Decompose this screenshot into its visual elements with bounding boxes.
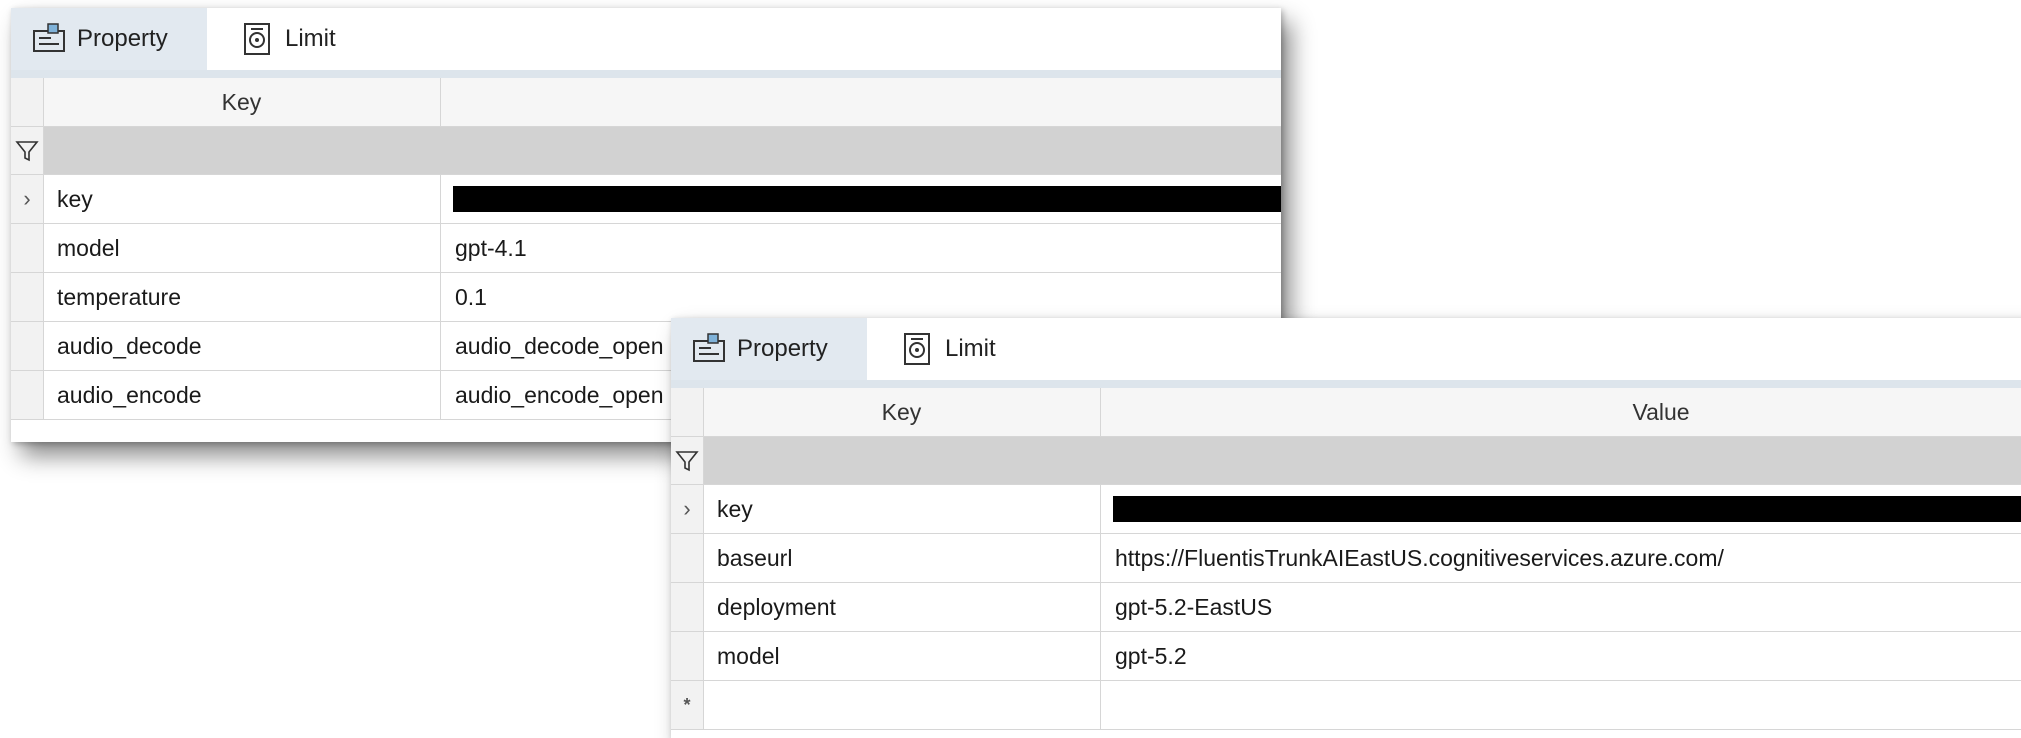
filter-selector-cell[interactable] [671, 437, 704, 484]
column-header-key[interactable]: Key [703, 388, 1101, 436]
tab-limit-label: Limit [945, 335, 996, 362]
row-key-cell[interactable]: key [43, 175, 441, 223]
row-value-cell[interactable] [1101, 485, 2021, 533]
tab-bar: Property Limit [671, 318, 2021, 388]
row-value-cell[interactable]: gpt-4.1 [441, 224, 1281, 272]
table-row[interactable]: model gpt-5.2 [671, 632, 2021, 681]
property-grid: Key Value › key baseurl https://Fluentis… [671, 388, 2021, 738]
row-selector-cell[interactable] [671, 583, 704, 631]
table-row[interactable]: deployment gpt-5.2-EastUS [671, 583, 2021, 632]
grid-header-row: Key Value [671, 388, 2021, 437]
row-value-cell[interactable]: 0.1 [441, 273, 1281, 321]
chevron-right-icon[interactable]: › [671, 485, 704, 533]
header-selector-cell [671, 388, 704, 436]
row-selector-cell[interactable] [671, 534, 704, 582]
row-key-cell[interactable]: deployment [703, 583, 1101, 631]
row-selector-cell[interactable] [11, 322, 44, 370]
table-row[interactable]: › key [11, 175, 1281, 224]
row-selector-cell[interactable] [671, 632, 704, 680]
property-card-icon [693, 333, 725, 362]
row-value-cell[interactable]: gpt-5.2-EastUS [1101, 583, 2021, 631]
tab-property[interactable]: Property [671, 318, 867, 380]
chevron-right-icon[interactable]: › [11, 175, 44, 223]
column-header-value-label: Value [1632, 398, 1690, 425]
tab-property-label: Property [77, 25, 168, 52]
redacted-value [453, 186, 1281, 212]
funnel-filter-icon [675, 450, 699, 471]
column-header-key[interactable]: Key [43, 78, 441, 126]
table-row[interactable]: baseurl https://FluentisTrunkAIEastUS.co… [671, 534, 2021, 583]
funnel-filter-icon [15, 140, 39, 161]
grid-header-row: Key [11, 78, 1281, 127]
new-row-marker: * [671, 681, 704, 729]
header-selector-cell [11, 78, 44, 126]
row-selector-cell[interactable] [11, 224, 44, 272]
property-panel-front: Property Limit Key Value › key baseurl h… [671, 318, 2021, 738]
new-row-key-cell[interactable] [703, 681, 1101, 729]
tab-limit-label: Limit [285, 25, 336, 52]
row-key-cell[interactable]: baseurl [703, 534, 1101, 582]
tab-property-label: Property [737, 335, 828, 362]
filter-selector-cell[interactable] [11, 127, 44, 174]
limit-gauge-icon [904, 333, 930, 365]
row-key-cell[interactable]: model [703, 632, 1101, 680]
tab-bar: Property Limit [11, 8, 1281, 78]
row-key-cell[interactable]: key [703, 485, 1101, 533]
row-selector-cell[interactable] [11, 371, 44, 419]
table-row[interactable]: model gpt-4.1 [11, 224, 1281, 273]
row-selector-cell[interactable] [11, 273, 44, 321]
row-key-cell[interactable]: temperature [43, 273, 441, 321]
table-row[interactable]: temperature 0.1 [11, 273, 1281, 322]
row-value-cell[interactable] [441, 175, 1281, 223]
new-row-value-cell[interactable] [1101, 681, 2021, 729]
limit-gauge-icon [244, 23, 270, 55]
tab-property[interactable]: Property [11, 8, 207, 70]
column-header-value[interactable]: Value [1101, 388, 2021, 436]
property-card-icon [33, 23, 65, 52]
tab-limit[interactable]: Limit [891, 318, 996, 380]
row-value-cell[interactable]: gpt-5.2 [1101, 632, 2021, 680]
redacted-value [1113, 496, 2021, 522]
row-key-cell[interactable]: audio_encode [43, 371, 441, 419]
tab-limit[interactable]: Limit [231, 8, 336, 70]
column-header-value[interactable] [441, 78, 1281, 126]
new-row[interactable]: * [671, 681, 2021, 730]
row-value-cell[interactable]: https://FluentisTrunkAIEastUS.cognitives… [1101, 534, 2021, 582]
filter-row[interactable] [671, 437, 2021, 485]
row-key-cell[interactable]: audio_decode [43, 322, 441, 370]
table-row[interactable]: › key [671, 485, 2021, 534]
row-key-cell[interactable]: model [43, 224, 441, 272]
filter-row[interactable] [11, 127, 1281, 175]
